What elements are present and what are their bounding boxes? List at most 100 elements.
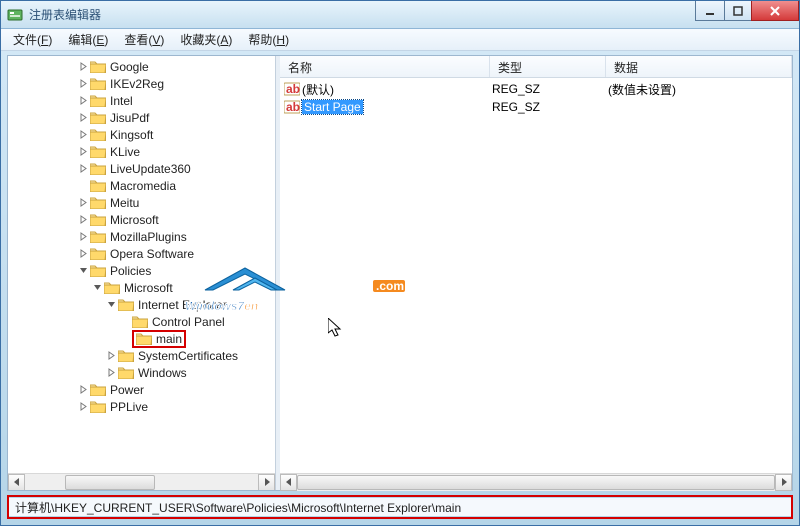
scroll-right-arrow-icon[interactable] — [775, 474, 792, 491]
expander-right-icon[interactable] — [78, 198, 88, 208]
expander-right-icon[interactable] — [78, 385, 88, 395]
tree-node-KLive[interactable]: KLive — [8, 143, 275, 160]
statusbar-highlight: 计算机\HKEY_CURRENT_USER\Software\Policies\… — [7, 495, 793, 519]
tree-node-IKEv2Reg[interactable]: IKEv2Reg — [8, 75, 275, 92]
tree-node-PPLive[interactable]: PPLive — [8, 398, 275, 415]
tree-node-Macromedia[interactable]: Macromedia — [8, 177, 275, 194]
tree-label: Macromedia — [110, 179, 176, 193]
tree-scroll[interactable]: Google IKEv2Reg Intel JisuPdf KingsoftKLive L… — [8, 56, 275, 473]
expander-right-icon[interactable] — [78, 96, 88, 106]
tree-node-Microsoft[interactable]: Microsoft — [8, 211, 275, 228]
expander-right-icon[interactable] — [78, 147, 88, 157]
tree-node-SystemCertificates[interactable]: SystemCertificates — [8, 347, 275, 364]
tree-pane: Google IKEv2Reg Intel JisuPdf KingsoftKLive L… — [8, 56, 276, 490]
expander-right-icon[interactable] — [106, 368, 116, 378]
expander-down-icon[interactable] — [78, 266, 88, 276]
value-data: (数值未设置) — [608, 81, 792, 98]
expander-right-icon[interactable] — [78, 62, 88, 72]
scroll-track[interactable] — [297, 474, 775, 491]
column-data[interactable]: 数据 — [606, 56, 792, 77]
expander-right-icon[interactable] — [78, 79, 88, 89]
tree-node-Google[interactable]: Google — [8, 58, 275, 75]
scroll-left-arrow-icon[interactable] — [280, 474, 297, 491]
scroll-thumb[interactable] — [65, 475, 155, 490]
tree-label: MozillaPlugins — [110, 230, 187, 244]
tree-node-Meitu[interactable]: Meitu — [8, 194, 275, 211]
column-type[interactable]: 类型 — [490, 56, 606, 77]
statusbar-container: 计算机\HKEY_CURRENT_USER\Software\Policies\… — [7, 495, 793, 519]
tree-node-LiveUpdate360[interactable]: LiveUpdate360 — [8, 160, 275, 177]
tree-label: Control Panel — [152, 315, 225, 329]
tree-label: Power — [110, 383, 144, 397]
tree-label: LiveUpdate360 — [110, 162, 191, 176]
tree-hscrollbar[interactable] — [8, 473, 275, 490]
tree-label: Meitu — [110, 196, 139, 210]
expander-right-icon[interactable] — [106, 351, 116, 361]
svg-text:ab: ab — [286, 82, 300, 96]
tree-label: Microsoft — [110, 213, 159, 227]
menu-文件[interactable]: 文件(F) — [5, 29, 60, 50]
tree-node-Power[interactable]: Power — [8, 381, 275, 398]
tree-node-Control-Panel[interactable]: Control Panel — [8, 313, 275, 330]
expander-right-icon[interactable] — [78, 215, 88, 225]
window-title: 注册表编辑器 — [29, 6, 696, 23]
tree-node-Internet-Explorer[interactable]: Internet Explorer — [8, 296, 275, 313]
tree-label: Microsoft — [124, 281, 173, 295]
menubar: 文件(F)编辑(E)查看(V)收藏夹(A)帮助(H) — [1, 29, 799, 51]
string-value-icon: ab — [284, 81, 302, 97]
tree-label: Internet Explorer — [138, 298, 227, 312]
tree-node-Microsoft[interactable]: Microsoft — [8, 279, 275, 296]
scroll-right-arrow-icon[interactable] — [258, 474, 275, 491]
expander-down-icon[interactable] — [106, 300, 116, 310]
scroll-left-arrow-icon[interactable] — [8, 474, 25, 491]
close-button[interactable] — [751, 1, 799, 21]
scroll-thumb[interactable] — [297, 475, 775, 490]
maximize-button[interactable] — [724, 1, 752, 21]
expander-down-icon[interactable] — [92, 283, 102, 293]
tree-node-Kingsoft[interactable]: Kingsoft — [8, 126, 275, 143]
menu-编辑[interactable]: 编辑(E) — [60, 29, 116, 50]
tree-node-JisuPdf[interactable]: JisuPdf — [8, 109, 275, 126]
tree-node-Windows[interactable]: Windows — [8, 364, 275, 381]
tree-label: SystemCertificates — [138, 349, 238, 363]
expander-right-icon[interactable] — [78, 130, 88, 140]
tree-label: PPLive — [110, 400, 148, 414]
tree-label: Policies — [110, 264, 151, 278]
expander-right-icon[interactable] — [78, 113, 88, 123]
tree-node-Opera-Software[interactable]: Opera Software — [8, 245, 275, 262]
tree-label: IKEv2Reg — [110, 77, 164, 91]
menu-帮助[interactable]: 帮助(H) — [240, 29, 297, 50]
expander-right-icon[interactable] — [78, 402, 88, 412]
tree-label: Intel — [110, 94, 133, 108]
tree-label: Kingsoft — [110, 128, 153, 142]
expander-right-icon[interactable] — [78, 249, 88, 259]
tree-node-Intel[interactable]: Intel — [8, 92, 275, 109]
tree-label: main — [156, 332, 182, 346]
statusbar-path: 计算机\HKEY_CURRENT_USER\Software\Policies\… — [9, 498, 791, 516]
tree-node-main[interactable]: main — [8, 330, 275, 347]
tree-node-Policies[interactable]: Policies — [8, 262, 275, 279]
expander-right-icon[interactable] — [78, 232, 88, 242]
menu-查看[interactable]: 查看(V) — [116, 29, 172, 50]
titlebar[interactable]: 注册表编辑器 — [1, 1, 799, 29]
tree-node-MozillaPlugins[interactable]: MozillaPlugins — [8, 228, 275, 245]
regedit-icon — [7, 7, 23, 23]
value-list[interactable]: ab(默认)REG_SZ(数值未设置)abStart PageREG_SZ — [280, 78, 792, 473]
value-row[interactable]: abStart PageREG_SZ — [280, 98, 792, 116]
expander-right-icon[interactable] — [78, 164, 88, 174]
scroll-track[interactable] — [25, 474, 258, 491]
tree-label: Windows — [138, 366, 187, 380]
list-pane: 名称 类型 数据 ab(默认)REG_SZ(数值未设置)abStart Page… — [280, 56, 792, 490]
value-type: REG_SZ — [492, 100, 608, 114]
tree-label: Google — [110, 60, 149, 74]
menu-收藏夹[interactable]: 收藏夹(A) — [172, 29, 240, 50]
value-type: REG_SZ — [492, 82, 608, 96]
column-name[interactable]: 名称 — [280, 56, 490, 77]
registry-editor-window: 注册表编辑器 文件(F)编辑(E)查看(V)收藏夹(A)帮助(H) Google… — [0, 0, 800, 526]
tree-label: JisuPdf — [110, 111, 149, 125]
tree-label: Opera Software — [110, 247, 194, 261]
minimize-button[interactable] — [695, 1, 725, 21]
value-row[interactable]: ab(默认)REG_SZ(数值未设置) — [280, 80, 792, 98]
column-headers: 名称 类型 数据 — [280, 56, 792, 78]
list-hscrollbar[interactable] — [280, 473, 792, 490]
